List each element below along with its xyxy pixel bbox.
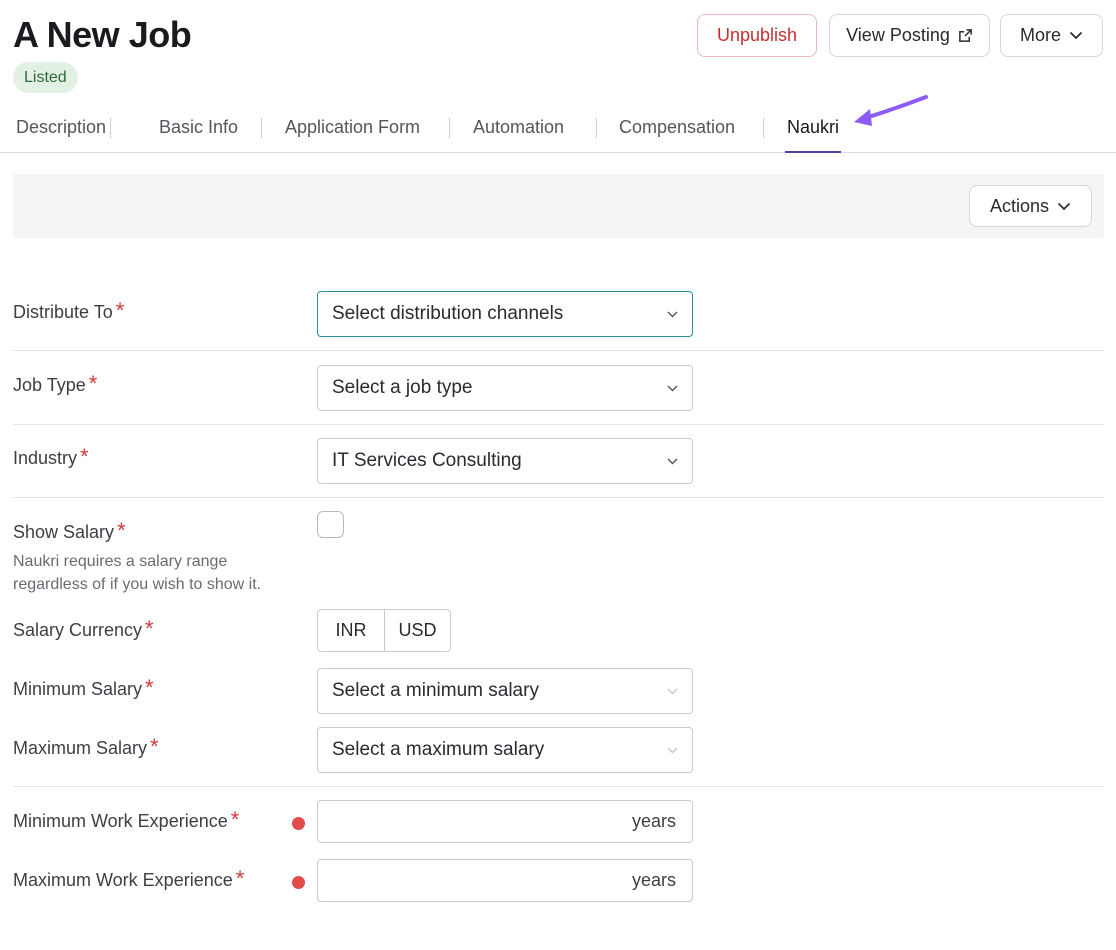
required-mark: * bbox=[150, 734, 159, 759]
chevron-down-icon bbox=[1057, 202, 1071, 211]
row-divider bbox=[13, 786, 1104, 787]
minimum-experience-label: Minimum Work Experience * bbox=[13, 807, 240, 832]
tab-description[interactable]: Description bbox=[16, 104, 106, 153]
external-link-icon bbox=[958, 28, 973, 43]
maximum-salary-value: Select a maximum salary bbox=[332, 739, 545, 760]
tab-divider bbox=[261, 118, 262, 138]
required-mark: * bbox=[145, 616, 154, 641]
tab-bar: Description Basic Info Application Form … bbox=[0, 104, 1116, 153]
chevron-down-icon bbox=[1069, 31, 1083, 40]
tab-application-form[interactable]: Application Form bbox=[285, 104, 420, 153]
maximum-salary-select[interactable]: Select a maximum salary bbox=[317, 727, 693, 773]
actions-label: Actions bbox=[989, 195, 1050, 216]
required-mark: * bbox=[235, 866, 245, 891]
job-type-label: Job Type * bbox=[13, 371, 98, 396]
show-salary-label: Show Salary * bbox=[13, 518, 126, 543]
error-indicator bbox=[292, 817, 305, 830]
annotation-arrow-icon bbox=[854, 95, 928, 126]
currency-option-usd[interactable]: USD bbox=[384, 610, 450, 651]
tab-automation[interactable]: Automation bbox=[473, 104, 564, 153]
industry-select[interactable]: IT Services Consulting bbox=[317, 438, 693, 484]
maximum-salary-label: Maximum Salary * bbox=[13, 734, 159, 759]
required-mark: * bbox=[145, 675, 154, 700]
view-posting-button[interactable]: View Posting bbox=[829, 14, 990, 57]
required-mark: * bbox=[230, 807, 240, 832]
minimum-experience-input[interactable]: years bbox=[317, 800, 693, 843]
minimum-experience-unit: years bbox=[631, 811, 676, 831]
job-type-select[interactable]: Select a job type bbox=[317, 365, 693, 411]
tab-naukri[interactable]: Naukri bbox=[785, 104, 842, 153]
more-label: More bbox=[1019, 25, 1061, 45]
tab-divider bbox=[449, 118, 450, 138]
row-divider bbox=[13, 424, 1104, 425]
chevron-down-icon bbox=[667, 747, 678, 754]
maximum-experience-label: Maximum Work Experience * bbox=[13, 866, 245, 891]
industry-label: Industry * bbox=[13, 444, 89, 469]
tab-divider bbox=[596, 118, 597, 138]
tab-basic-info[interactable]: Basic Info bbox=[159, 104, 238, 153]
show-salary-helper: Naukri requires a salary range regardles… bbox=[13, 553, 262, 593]
status-badge: Listed bbox=[13, 62, 78, 93]
tab-divider bbox=[763, 118, 764, 138]
maximum-experience-input[interactable]: years bbox=[317, 859, 693, 902]
show-salary-checkbox[interactable] bbox=[317, 511, 344, 538]
error-indicator bbox=[292, 876, 305, 889]
required-mark: * bbox=[88, 371, 98, 396]
required-mark: * bbox=[117, 518, 126, 543]
distribute-to-select[interactable]: Select distribution channels bbox=[317, 291, 693, 337]
chevron-down-icon bbox=[667, 311, 678, 318]
view-posting-label: View Posting bbox=[846, 25, 950, 45]
minimum-salary-value: Select a minimum salary bbox=[332, 680, 539, 701]
chevron-down-icon bbox=[667, 458, 678, 465]
row-divider bbox=[13, 350, 1104, 351]
distribute-to-label: Distribute To * bbox=[13, 298, 125, 323]
page-title: A New Job bbox=[13, 14, 192, 55]
tab-divider bbox=[110, 118, 111, 138]
page-header: A New Job Listed Unpublish View Posting … bbox=[0, 0, 1116, 153]
currency-option-inr[interactable]: INR bbox=[318, 610, 384, 651]
industry-value: IT Services Consulting bbox=[332, 450, 522, 471]
chevron-down-icon bbox=[667, 688, 678, 695]
required-mark: * bbox=[80, 444, 89, 469]
minimum-salary-select[interactable]: Select a minimum salary bbox=[317, 668, 693, 714]
actions-bar: Actions bbox=[13, 174, 1104, 238]
tab-compensation[interactable]: Compensation bbox=[619, 104, 735, 153]
unpublish-label: Unpublish bbox=[716, 25, 798, 45]
distribute-to-value: Select distribution channels bbox=[332, 303, 564, 324]
unpublish-button[interactable]: Unpublish bbox=[697, 14, 817, 57]
salary-currency-label: Salary Currency * bbox=[13, 616, 154, 641]
job-type-value: Select a job type bbox=[332, 377, 473, 398]
chevron-down-icon bbox=[667, 385, 678, 392]
row-divider bbox=[13, 497, 1104, 498]
salary-currency-toggle: INR USD bbox=[317, 609, 451, 652]
minimum-salary-label: Minimum Salary * bbox=[13, 675, 154, 700]
actions-button[interactable]: Actions bbox=[969, 185, 1092, 227]
maximum-experience-unit: years bbox=[631, 870, 676, 890]
more-button[interactable]: More bbox=[1000, 14, 1103, 57]
required-mark: * bbox=[115, 298, 125, 323]
